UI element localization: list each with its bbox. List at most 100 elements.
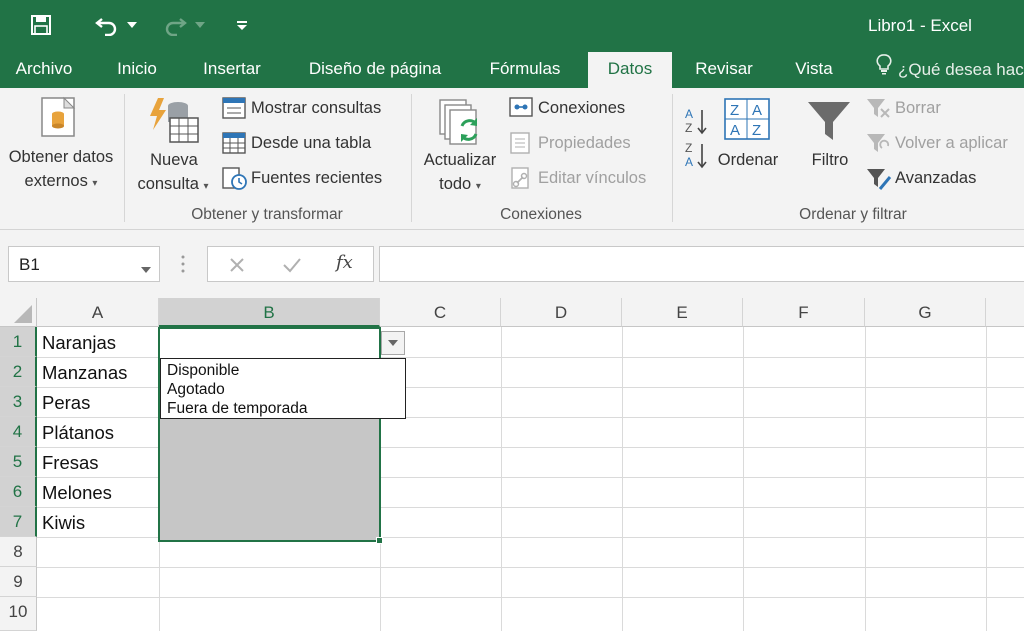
connections-button[interactable]: Conexiones <box>538 99 625 118</box>
group-label-sort-filter: Ordenar y filtrar <box>799 206 907 223</box>
column-header-d[interactable]: D <box>501 298 622 327</box>
undo-icon[interactable] <box>92 11 122 39</box>
redo-icon <box>160 11 190 39</box>
advanced-button[interactable]: Avanzadas <box>895 169 976 188</box>
edit-links-icon <box>509 167 533 196</box>
row-header-6[interactable]: 6 <box>0 477 37 507</box>
row-header-2[interactable]: 2 <box>0 357 37 387</box>
new-query-icon[interactable] <box>148 96 200 151</box>
get-external-data-label1[interactable]: Obtener datos <box>0 148 122 167</box>
clear-filter-icon <box>866 97 892 124</box>
spreadsheet-grid: A B C D E F G 1 2 3 4 5 6 7 8 9 10 Naran… <box>0 298 1024 631</box>
recent-sources-button[interactable]: Fuentes recientes <box>251 169 382 188</box>
grid-line <box>986 327 987 631</box>
new-query-label2[interactable]: consulta ▾ <box>128 175 218 194</box>
tell-me-text: ¿Qué desea hac <box>898 60 1024 79</box>
cancel-icon[interactable] <box>228 256 246 279</box>
recent-sources-icon <box>222 167 248 196</box>
new-query-label1[interactable]: Nueva <box>132 151 216 170</box>
svg-text:Z: Z <box>730 102 739 119</box>
row-header-10[interactable]: 10 <box>0 597 37 631</box>
window-title: Libro1 - Excel <box>868 16 972 35</box>
properties-button: Propiedades <box>538 134 631 152</box>
svg-text:Z: Z <box>685 121 692 135</box>
row-header-1[interactable]: 1 <box>0 327 37 357</box>
external-data-icon[interactable] <box>40 96 80 145</box>
grid-line <box>743 327 744 631</box>
grid-line <box>501 327 502 631</box>
get-external-data-label2[interactable]: externos ▾ <box>0 172 122 191</box>
row-header-8[interactable]: 8 <box>0 537 37 567</box>
refresh-all-label1[interactable]: Actualizar <box>416 151 504 170</box>
column-header-c[interactable]: C <box>380 298 501 327</box>
column-header-e[interactable]: E <box>622 298 743 327</box>
row-header-5[interactable]: 5 <box>0 447 37 477</box>
column-header-a[interactable]: A <box>37 298 159 327</box>
enter-icon[interactable] <box>282 256 302 279</box>
from-table-button[interactable]: Desde una tabla <box>251 134 371 153</box>
save-icon[interactable] <box>26 11 56 39</box>
undo-dropdown-icon[interactable] <box>124 11 140 39</box>
sort-button[interactable]: Ordenar <box>708 151 788 170</box>
sort-az-icon[interactable]: AZ <box>684 106 710 141</box>
tab-diseno-pagina[interactable]: Diseño de página <box>290 52 460 88</box>
name-box-value: B1 <box>19 255 40 274</box>
refresh-all-label2[interactable]: todo ▾ <box>416 175 504 194</box>
tab-formulas[interactable]: Fórmulas <box>472 52 578 88</box>
refresh-all-icon[interactable] <box>436 96 486 153</box>
tab-inicio[interactable]: Inicio <box>98 52 176 88</box>
cell-a2[interactable]: Manzanas <box>42 357 127 387</box>
row-header-3[interactable]: 3 <box>0 387 37 417</box>
filter-icon[interactable] <box>806 98 852 149</box>
tab-archivo[interactable]: Archivo <box>0 52 88 88</box>
chevron-down-icon <box>388 340 398 346</box>
table-icon <box>222 132 246 159</box>
row-header-7[interactable]: 7 <box>0 507 37 537</box>
cell-a3[interactable]: Peras <box>42 387 90 417</box>
svg-text:Z: Z <box>685 141 692 155</box>
filter-button[interactable]: Filtro <box>796 151 864 170</box>
column-header-f[interactable]: F <box>743 298 865 327</box>
sort-za-icon[interactable]: ZA <box>684 140 710 175</box>
row-header-9[interactable]: 9 <box>0 567 37 597</box>
column-header-g[interactable]: G <box>865 298 986 327</box>
tab-insertar[interactable]: Insertar <box>186 52 278 88</box>
dropdown-option-fuera-de-temporada[interactable]: Fuera de temporada <box>167 399 399 418</box>
validation-dropdown-button[interactable] <box>381 331 405 355</box>
name-box[interactable]: B1 <box>8 246 160 282</box>
cell-a7[interactable]: Kiwis <box>42 507 85 537</box>
customize-qat-icon[interactable] <box>232 11 252 39</box>
fill-handle[interactable] <box>376 537 383 544</box>
cell-a4[interactable]: Plátanos <box>42 417 114 447</box>
grid-line <box>37 597 1024 598</box>
row-header-4[interactable]: 4 <box>0 417 37 447</box>
formula-input[interactable] <box>379 246 1024 282</box>
select-all-corner[interactable] <box>0 298 37 327</box>
insert-function-icon[interactable]: fx <box>336 252 353 273</box>
sort-dialog-icon[interactable]: ZAAZ <box>724 98 770 147</box>
tab-revisar[interactable]: Revisar <box>682 52 766 88</box>
svg-text:A: A <box>730 122 740 139</box>
svg-text:A: A <box>685 107 693 121</box>
grid-line <box>622 327 623 631</box>
dropdown-option-agotado[interactable]: Agotado <box>167 380 399 399</box>
column-header-h[interactable] <box>986 298 1024 327</box>
svg-text:Z: Z <box>752 122 761 139</box>
tab-datos[interactable]: Datos <box>588 52 672 88</box>
tell-me-search[interactable]: ¿Qué desea hac <box>876 52 1024 88</box>
lightbulb-icon <box>876 53 892 87</box>
chevron-down-icon: ▾ <box>203 181 209 192</box>
show-queries-button[interactable]: Mostrar consultas <box>251 99 381 118</box>
cell-a6[interactable]: Melones <box>42 477 112 507</box>
tab-vista[interactable]: Vista <box>778 52 850 88</box>
formula-buttons: fx <box>207 246 374 282</box>
more-options-icon[interactable] <box>180 254 186 279</box>
cell-a5[interactable]: Fresas <box>42 447 99 477</box>
clear-button: Borrar <box>895 99 941 117</box>
grid-line <box>865 327 866 631</box>
dropdown-option-disponible[interactable]: Disponible <box>167 361 399 380</box>
cell-a1[interactable]: Naranjas <box>42 327 116 357</box>
chevron-down-icon[interactable] <box>141 260 151 278</box>
group-separator <box>411 94 412 222</box>
column-header-b[interactable]: B <box>159 298 380 327</box>
